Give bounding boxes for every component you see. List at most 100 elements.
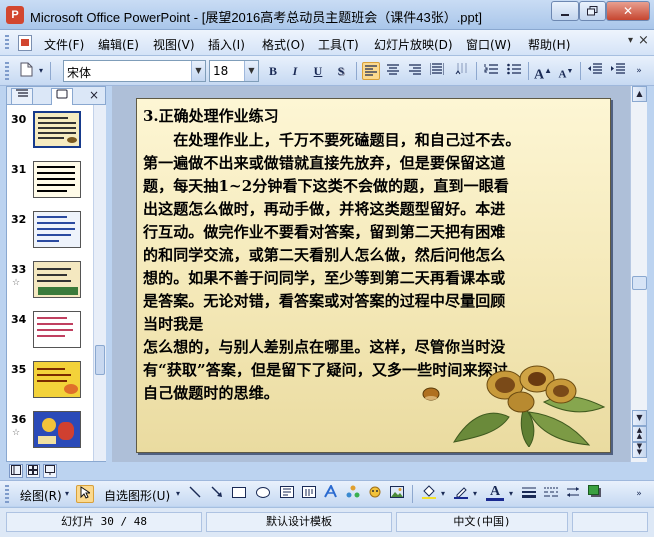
fill-color-button[interactable] <box>420 485 438 503</box>
transition-star-icon[interactable]: ☆ <box>12 428 20 438</box>
arrow-style-button[interactable] <box>564 485 582 503</box>
slides-panel-scrollbar[interactable] <box>93 105 106 461</box>
help-dropdown-icon[interactable]: ▾ <box>628 35 633 46</box>
toolbar-grip-handle[interactable] <box>5 62 9 80</box>
scroll-thumb[interactable] <box>632 276 647 290</box>
diagram-button[interactable] <box>344 485 362 503</box>
vertical-text-button[interactable] <box>452 62 470 80</box>
restore-button[interactable] <box>579 1 606 21</box>
chevron-down-icon[interactable]: ▼ <box>244 61 258 81</box>
textbox-tool-button[interactable] <box>278 485 296 503</box>
line-color-dropdown-icon[interactable]: ▾ <box>470 485 480 503</box>
line-style-button[interactable] <box>520 485 538 503</box>
menu-format[interactable]: 格式(O) <box>262 36 305 53</box>
slideshow-view-button[interactable] <box>43 464 57 478</box>
small-chestnut-illustration[interactable] <box>421 385 441 401</box>
design-template-status[interactable]: 默认设计模板 <box>206 512 392 532</box>
slide-thumbnail-32[interactable]: 32 <box>7 211 93 259</box>
menu-grip-handle[interactable] <box>5 35 9 51</box>
language-status[interactable]: 中文(中国) <box>396 512 568 532</box>
current-slide[interactable]: 3.正确处理作业练习 在处理作业上，千万不要死磕题目，和自己过不去。 第一遍做不… <box>136 98 611 453</box>
align-center-button[interactable] <box>384 62 402 80</box>
vertical-textbox-button[interactable] <box>300 485 318 503</box>
align-left-button[interactable] <box>362 62 380 80</box>
minimize-button[interactable] <box>551 1 579 21</box>
previous-slide-button[interactable]: ▲ ▲ <box>632 426 647 442</box>
slide-text-line[interactable]: 自己做题时的思维。 <box>143 382 279 403</box>
document-icon[interactable] <box>18 35 32 51</box>
slide-text-line[interactable]: 是答案。无论对错，看答案或对答案的过程中尽量回顾 <box>143 290 505 311</box>
menu-file[interactable]: 文件(F) <box>44 36 84 53</box>
slide-text-line[interactable]: 在处理作业上，千万不要死磕题目，和自己过不去。 <box>143 129 521 150</box>
scroll-up-button[interactable]: ▲ <box>632 86 647 102</box>
slide-thumbnail-34[interactable]: 34 <box>7 311 93 359</box>
slide-thumbnail-30[interactable]: 30 <box>7 111 93 159</box>
draw-dropdown-icon[interactable]: ▾ <box>62 485 72 503</box>
slide-vertical-scrollbar[interactable]: ▲ ▼ ▲ ▲ ▼ ▼ <box>630 86 647 462</box>
menu-window[interactable]: 窗口(W) <box>466 36 511 53</box>
increase-font-size-button[interactable]: A▲ <box>534 62 552 83</box>
oval-tool-button[interactable] <box>254 485 272 503</box>
drawbar-options-icon[interactable]: » <box>632 485 646 503</box>
decrease-font-size-button[interactable]: A▼ <box>557 62 575 81</box>
close-window-button[interactable]: ✕ <box>606 1 650 21</box>
shadow-button[interactable]: S <box>332 62 350 80</box>
close-document-button[interactable]: × <box>638 33 649 48</box>
insert-picture-button[interactable] <box>388 485 406 503</box>
slide-text-line[interactable]: 题，每天抽1~2分钟看下这类不会做的题，直到一眼看 <box>143 175 509 196</box>
new-dropdown-icon[interactable]: ▾ <box>36 62 46 80</box>
distributed-align-button[interactable] <box>428 62 446 80</box>
arrow-tool-button[interactable] <box>208 485 226 503</box>
slide-thumbnail-36[interactable]: 36 ☆ <box>7 411 93 459</box>
drawbar-grip-handle[interactable] <box>5 485 9 503</box>
numbering-button[interactable] <box>482 62 500 80</box>
menu-view[interactable]: 视图(V) <box>153 36 195 53</box>
font-color-button[interactable]: A <box>486 485 504 501</box>
slide-thumbnail-35[interactable]: 35 <box>7 361 93 409</box>
slide-text-line[interactable]: 想的。如果不善于问同学，至少等到第二天再看课本或 <box>143 267 505 288</box>
autoshapes-dropdown-icon[interactable]: ▾ <box>173 485 183 503</box>
slide-thumbnail-33[interactable]: 33 ☆ <box>7 261 93 309</box>
next-slide-button[interactable]: ▼ ▼ <box>632 442 647 458</box>
menu-tools[interactable]: 工具(T) <box>318 36 359 53</box>
dash-style-button[interactable] <box>542 485 560 503</box>
wordart-button[interactable] <box>322 483 340 503</box>
menu-insert[interactable]: 插入(I) <box>208 36 245 53</box>
slide-sorter-view-button[interactable] <box>26 464 40 478</box>
rectangle-tool-button[interactable] <box>230 485 248 503</box>
clipart-button[interactable] <box>366 485 384 503</box>
new-document-icon[interactable] <box>17 62 35 80</box>
menu-slideshow[interactable]: 幻灯片放映(D) <box>374 36 453 53</box>
slide-text-line[interactable]: 出这题怎么做时，再动手做，并将这类题型留好。本进 <box>143 198 505 219</box>
underline-button[interactable]: U <box>309 62 327 80</box>
toolbar-options-icon[interactable]: » <box>632 62 646 80</box>
font-name-select[interactable]: 宋体 ▼ <box>63 60 206 82</box>
bullets-button[interactable] <box>505 62 523 80</box>
line-tool-button[interactable] <box>186 485 204 503</box>
scroll-down-button[interactable]: ▼ <box>632 410 647 426</box>
tab-slides[interactable] <box>51 88 73 105</box>
slide-text-line[interactable]: 的和同学交流，或第二天看别人怎么做，然后问他怎么 <box>143 244 505 265</box>
font-size-select[interactable]: 18 ▼ <box>209 60 259 82</box>
slide-text-line[interactable]: 当时我是 <box>143 313 203 334</box>
increase-indent-button[interactable] <box>609 62 627 80</box>
bold-button[interactable]: B <box>264 62 282 80</box>
scroll-thumb[interactable] <box>95 345 105 375</box>
slide-text-line[interactable]: 行互动。做完作业不要看对答案，留到第二天把有困难 <box>143 221 505 242</box>
shadow-style-button[interactable] <box>586 485 604 503</box>
tab-outline[interactable] <box>11 88 33 104</box>
menu-edit[interactable]: 编辑(E) <box>98 36 139 53</box>
font-color-dropdown-icon[interactable]: ▾ <box>506 485 516 503</box>
autoshapes-menu-button[interactable]: 自选图形(U) <box>104 487 170 504</box>
draw-menu-button[interactable]: 绘图(R) <box>20 487 62 504</box>
close-panel-button[interactable]: × <box>89 88 99 102</box>
normal-view-button[interactable] <box>9 464 23 478</box>
slide-thumbnail-31[interactable]: 31 <box>7 161 93 209</box>
italic-button[interactable]: I <box>286 62 304 80</box>
select-objects-button[interactable] <box>76 485 94 503</box>
powerpoint-app-icon[interactable]: P <box>6 6 24 24</box>
menu-help[interactable]: 帮助(H) <box>528 36 570 53</box>
slide-text-line[interactable]: 第一遍做不出来或做错就直接先放弃，但是要保留这道 <box>143 152 505 173</box>
line-color-button[interactable] <box>452 485 470 503</box>
align-right-button[interactable] <box>406 62 424 80</box>
